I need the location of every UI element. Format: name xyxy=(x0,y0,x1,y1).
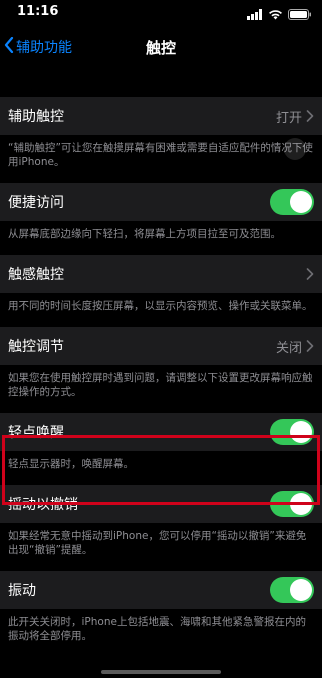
vibration-row: 振动 xyxy=(0,571,322,609)
status-bar: 11:16 xyxy=(0,0,322,22)
vibration-footer: 此开关关闭时，iPhone上包括地震、海啸和其他紧急警报在内的振动将全部停用。 xyxy=(8,616,306,642)
floating-assistive-touch-button[interactable] xyxy=(284,138,306,160)
touch-accommodations-row[interactable]: 触控调节 关闭 xyxy=(0,327,322,365)
tap-to-wake-footer: 轻点显示器时，唤醒屏幕。 xyxy=(8,458,134,470)
reachability-label: 便捷访问 xyxy=(8,195,64,211)
assistive-touch-row[interactable]: 辅助触控 打开 xyxy=(0,97,322,135)
shake-to-undo-footer: 如果经常无意中摇动到iPhone，您可以停用“摇动以撤销”来避免出现“撤销”提醒… xyxy=(8,530,307,556)
home-indicator xyxy=(101,670,221,674)
assistive-touch-description: “辅助触控”可让您在触摸屏幕有困难或需要自适应配件的情况下使用iPhone。 xyxy=(8,142,313,168)
vibration-toggle[interactable] xyxy=(270,577,314,603)
chevron-right-icon xyxy=(306,265,314,284)
assistive-touch-footer: “辅助触控”可让您在触摸屏幕有困难或需要自适应配件的情况下使用iPhone。 xyxy=(0,135,322,183)
vibration-label: 振动 xyxy=(8,583,36,599)
shake-to-undo-label: 摇动以撤销 xyxy=(8,497,78,513)
reachability-row: 便捷访问 xyxy=(0,183,322,221)
touch-accommodations-value: 关闭 xyxy=(275,340,302,356)
haptic-touch-label: 触感触控 xyxy=(8,267,64,283)
status-time: 11:16 xyxy=(17,4,59,19)
haptic-touch-row[interactable]: 触感触控 xyxy=(0,255,322,293)
assistive-touch-value: 打开 xyxy=(275,110,302,126)
navigation-bar: 辅助功能 触控 xyxy=(0,22,322,72)
top-spacer xyxy=(0,72,322,97)
haptic-touch-footer: 用不同的时间长度按压屏幕，以显示内容预览、操作或关联菜单。 xyxy=(8,300,313,312)
toggle-knob xyxy=(290,191,312,213)
touch-accommodations-footer: 如果您在使用触控屏时遇到问题，请调整以下设置更改屏幕响应触控操作的方式。 xyxy=(8,372,313,398)
toggle-knob xyxy=(290,579,312,601)
tap-to-wake-row: 轻点唤醒 xyxy=(0,413,322,451)
tap-to-wake-label: 轻点唤醒 xyxy=(8,425,64,441)
shake-to-undo-toggle[interactable] xyxy=(270,491,314,517)
tap-to-wake-toggle[interactable] xyxy=(270,419,314,445)
touch-accommodations-label: 触控调节 xyxy=(8,339,64,355)
assistive-touch-label: 辅助触控 xyxy=(8,109,64,125)
reachability-footer: 从屏幕底部边缘向下轻扫，将屏幕上方项目拉至可及范围。 xyxy=(8,228,281,240)
toggle-knob xyxy=(290,493,312,515)
chevron-right-icon xyxy=(306,107,314,126)
toggle-knob xyxy=(290,421,312,443)
chevron-right-icon xyxy=(306,337,314,356)
reachability-toggle[interactable] xyxy=(270,189,314,215)
page-title: 触控 xyxy=(145,39,176,57)
shake-to-undo-row: 摇动以撤销 xyxy=(0,485,322,523)
